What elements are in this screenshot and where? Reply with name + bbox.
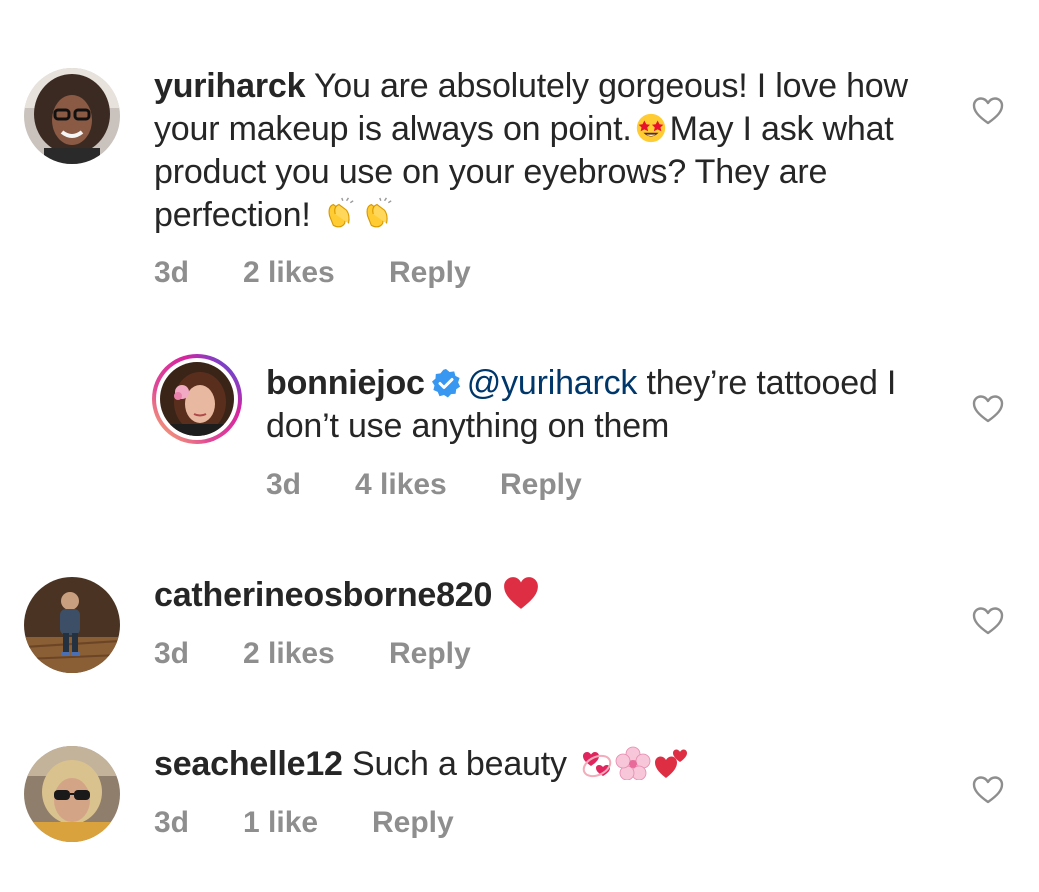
likes-count[interactable]: 2 likes — [243, 637, 335, 671]
reply-button[interactable]: Reply — [372, 806, 454, 840]
comment-body: bonniejoc @yuriharck they’re tattooed I d… — [266, 362, 946, 448]
two-hearts-emoji — [653, 746, 689, 780]
like-heart-icon[interactable] — [972, 394, 1004, 424]
avatar[interactable] — [24, 746, 120, 842]
verified-badge-icon — [431, 368, 461, 398]
avatar[interactable] — [24, 577, 120, 673]
timestamp: 3d — [154, 637, 190, 670]
red-heart-emoji — [502, 575, 540, 611]
comment-text: Such a beauty — [352, 745, 567, 783]
reply-button[interactable]: Reply — [389, 256, 471, 290]
revolving-hearts-emoji — [577, 746, 613, 780]
username[interactable]: yuriharck — [154, 67, 305, 105]
like-heart-icon[interactable] — [972, 96, 1004, 126]
likes-count[interactable]: 1 like — [243, 806, 318, 840]
username[interactable]: seachelle12 — [154, 745, 343, 783]
likes-count[interactable]: 2 likes — [243, 256, 335, 290]
reply-button[interactable]: Reply — [500, 468, 582, 502]
avatar[interactable] — [24, 68, 120, 164]
mention-link[interactable]: @yuriharck — [467, 364, 638, 402]
star-struck-emoji — [633, 111, 669, 145]
username[interactable]: catherineosborne820 — [154, 576, 492, 614]
clapping-hands-emoji — [321, 197, 357, 231]
username[interactable]: bonniejoc — [266, 364, 425, 402]
cherry-blossom-emoji — [615, 746, 651, 780]
clapping-hands-emoji — [359, 197, 395, 231]
like-heart-icon[interactable] — [972, 775, 1004, 805]
timestamp: 3d — [266, 468, 302, 501]
timestamp: 3d — [154, 256, 190, 289]
avatar — [160, 362, 234, 436]
reply-button[interactable]: Reply — [389, 637, 471, 671]
comment-body: yuriharck You are absolutely gorgeous! I… — [154, 65, 944, 237]
likes-count[interactable]: 4 likes — [355, 468, 447, 502]
comment-body: seachelle12 Such a beauty — [154, 743, 944, 786]
timestamp: 3d — [154, 806, 190, 839]
comment-body: catherineosborne820 — [154, 574, 944, 617]
avatar-story-ring[interactable] — [152, 354, 242, 444]
like-heart-icon[interactable] — [972, 606, 1004, 636]
